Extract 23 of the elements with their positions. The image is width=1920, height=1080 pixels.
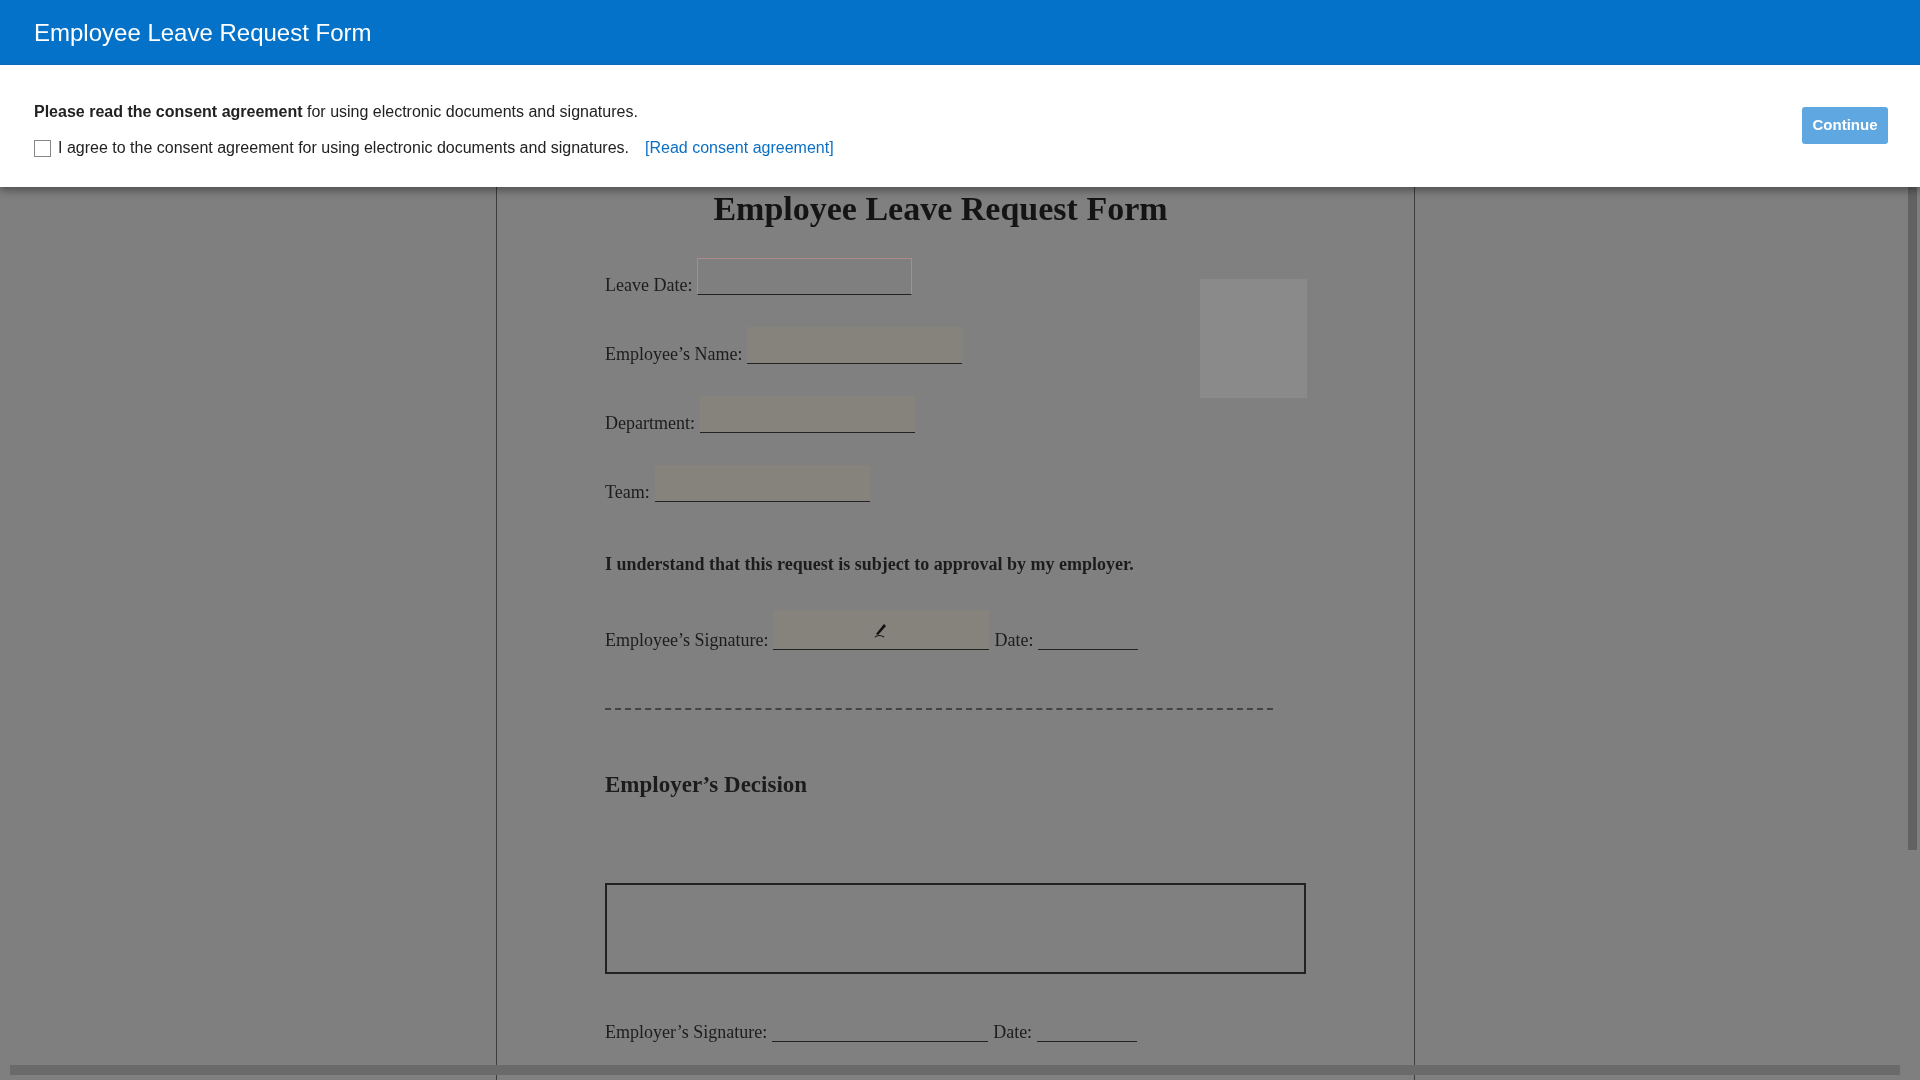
consent-checkbox[interactable] (34, 139, 51, 157)
input-field[interactable] (697, 258, 913, 295)
field-label: Team: (605, 482, 650, 502)
input-field[interactable] (654, 465, 870, 502)
signature-label: Employee’s Signature: (605, 630, 769, 650)
signature-field[interactable] (773, 610, 990, 650)
window-title: Employee Leave Request Form (34, 17, 372, 48)
consent-message: Please read the consent agreement for using electronic documents and signatures. (34, 102, 639, 122)
field-label: Department: (605, 413, 695, 433)
horizontal-scrollbar[interactable] (10, 1065, 1900, 1075)
signature-label: Employer’s Signature: (605, 1021, 768, 1042)
date-label: Date: (993, 1021, 1033, 1042)
field-label: Employee’s Name: (605, 344, 743, 364)
document-title: Employee Leave Request Form (712, 189, 1169, 229)
input-field[interactable] (747, 327, 963, 364)
input-field[interactable] (699, 396, 915, 433)
statement-text: I understand that this request is subject to approval by my employer. (605, 553, 1134, 576)
vertical-scrollbar[interactable] (1908, 187, 1917, 850)
checkbox-label: I agree to the consent agreement for using electronic documents and signatures. (58, 138, 629, 158)
consent-link[interactable]: [Read consent agreement] (645, 136, 834, 160)
date-label: Date: (994, 630, 1034, 650)
section-heading: Employer’s Decision (605, 771, 808, 799)
field-label: Leave Date: (605, 275, 693, 295)
